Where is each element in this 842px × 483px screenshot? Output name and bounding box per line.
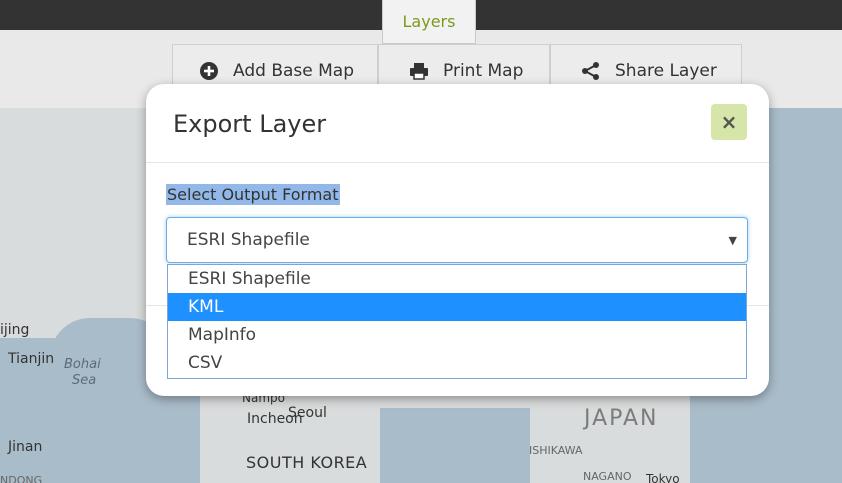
map-label-jinan: Jinan bbox=[8, 439, 43, 455]
dialog-title: Export Layer bbox=[173, 110, 327, 138]
caret-down-icon: ▼ bbox=[728, 234, 737, 247]
map-label-ishikawa: ISHIKAWA bbox=[529, 444, 583, 457]
plus-circle-icon bbox=[199, 61, 219, 81]
share-layer-label: Share Layer bbox=[615, 61, 717, 81]
map-label-beijing: ijing bbox=[0, 322, 30, 338]
korea-strait bbox=[380, 408, 530, 483]
map-label-ndong: NDONG bbox=[0, 474, 43, 483]
close-button[interactable]: × bbox=[711, 104, 747, 140]
printer-icon bbox=[409, 61, 429, 81]
map-label-sea: Sea bbox=[72, 373, 97, 388]
map-label-nagano: NAGANO bbox=[583, 470, 632, 483]
map-label-japan: JAPAN bbox=[584, 406, 659, 431]
close-icon: × bbox=[720, 110, 738, 134]
map-label-tianjin: Tianjin bbox=[8, 351, 55, 367]
tab-layers[interactable]: Layers bbox=[382, 0, 476, 44]
format-options-list: ESRI Shapefile KML MapInfo CSV bbox=[167, 264, 747, 379]
map-label-bohai: Bohai bbox=[64, 357, 101, 372]
add-base-map-label: Add Base Map bbox=[233, 61, 354, 81]
map-label-south-korea: SOUTH KOREA bbox=[246, 453, 368, 472]
selected-format-value: ESRI Shapefile bbox=[187, 230, 310, 250]
option-kml[interactable]: KML bbox=[168, 293, 746, 321]
map-label-incheon: Incheon bbox=[247, 411, 303, 427]
option-mapinfo[interactable]: MapInfo bbox=[168, 321, 746, 349]
export-layer-dialog: Export Layer × Select Output Format ESRI… bbox=[146, 84, 769, 396]
output-format-label: Select Output Format bbox=[166, 184, 340, 205]
map-label-tokyo: Tokyo bbox=[646, 472, 680, 483]
output-format-select[interactable]: ESRI Shapefile ▼ bbox=[166, 217, 748, 263]
print-map-label: Print Map bbox=[443, 61, 524, 81]
dialog-header-divider bbox=[146, 162, 769, 163]
share-icon bbox=[581, 61, 601, 81]
option-csv[interactable]: CSV bbox=[168, 349, 746, 377]
option-esri-shapefile[interactable]: ESRI Shapefile bbox=[168, 265, 746, 293]
